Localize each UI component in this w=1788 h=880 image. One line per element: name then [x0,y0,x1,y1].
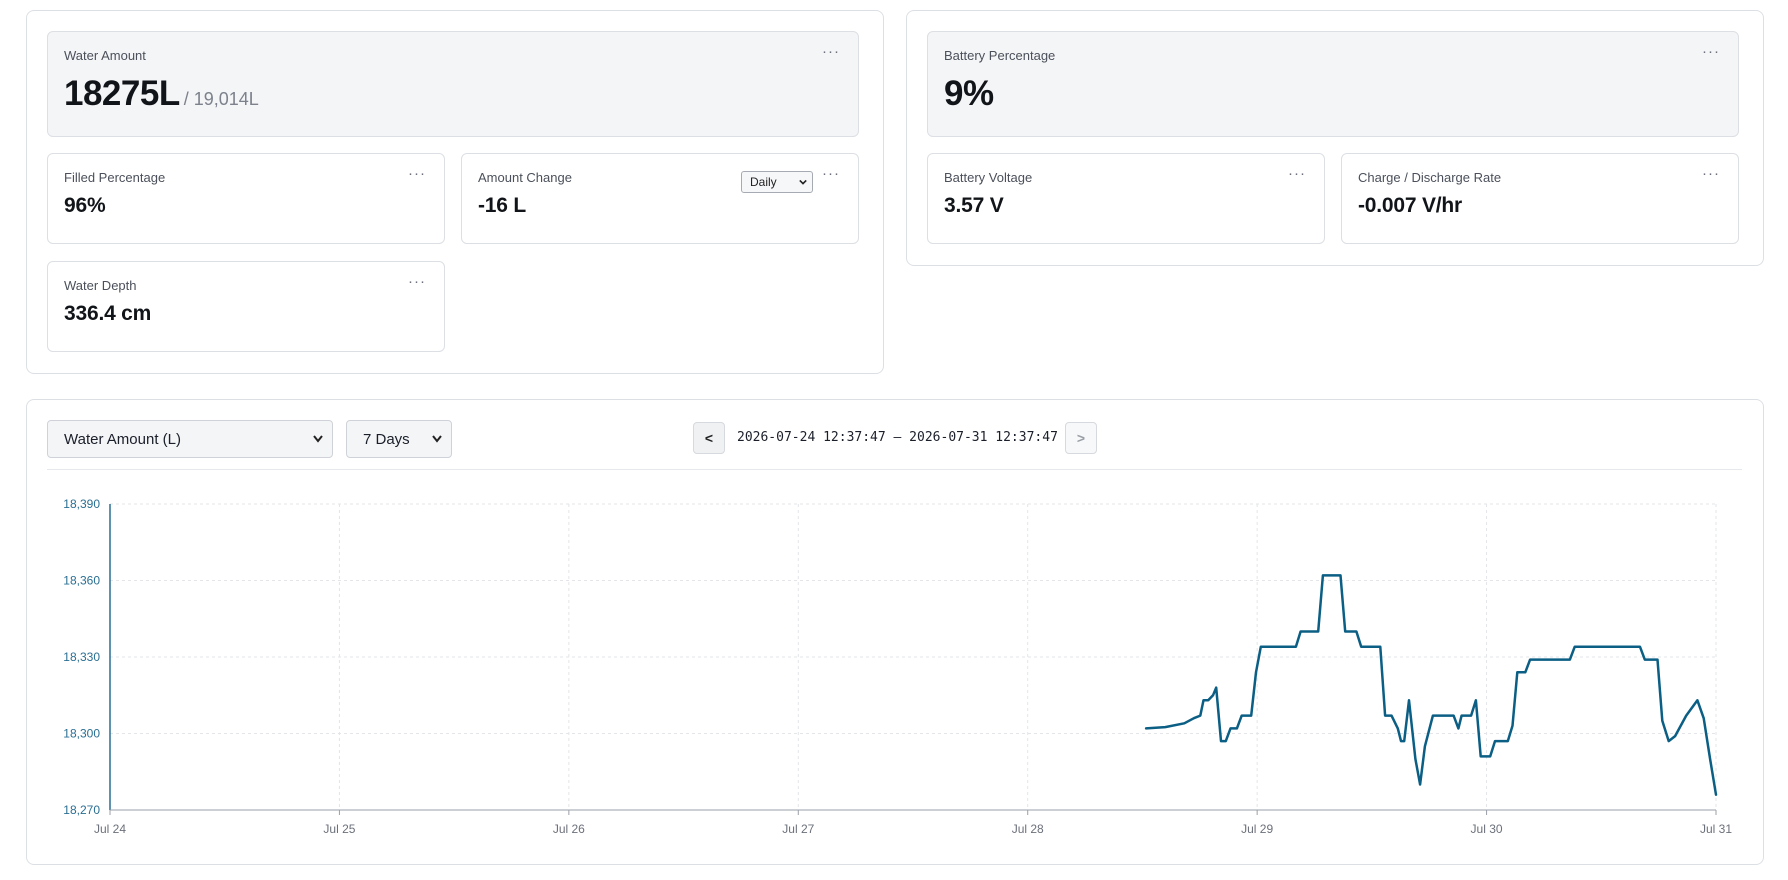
filled-percentage-card: Filled Percentage 96% ··· [47,153,445,244]
amount-change-period-select[interactable]: Daily [741,171,813,193]
charge-rate-title: Charge / Discharge Rate [1358,170,1502,185]
metric-select-value: Water Amount (L) [64,431,181,448]
water-amount-value: 18275L/ 19,014L [64,74,842,114]
water-depth-title: Water Depth [64,278,137,293]
battery-voltage-card: Battery Voltage 3.57 V ··· [927,153,1325,244]
water-amount-title: Water Amount [64,48,146,63]
charge-rate-card: Charge / Discharge Rate -0.007 V/hr ··· [1341,153,1739,244]
duration-select[interactable]: 7 Days [346,420,452,458]
battery-voltage-title: Battery Voltage [944,170,1033,185]
chevron-down-icon [799,179,807,185]
water-depth-menu-icon[interactable]: ··· [408,274,426,289]
chevron-down-icon [432,435,442,443]
water-panel: Water Amount 18275L/ 19,014L ··· Filled … [26,10,884,374]
next-range-button[interactable]: > [1065,422,1097,454]
x-tick-label: Jul 24 [94,822,126,836]
battery-percentage-menu-icon[interactable]: ··· [1702,44,1720,59]
water-amount-card: Water Amount 18275L/ 19,014L ··· [47,31,859,137]
amount-change-period-value: Daily [750,175,777,189]
water-capacity: / 19,014L [183,89,259,109]
filled-percentage-value: 96% [64,194,106,217]
chart-header-divider [47,469,1742,470]
water-amount-menu-icon[interactable]: ··· [822,44,840,59]
charge-rate-value: -0.007 V/hr [1358,194,1463,217]
filled-percentage-menu-icon[interactable]: ··· [408,166,426,181]
y-tick-label: 18,300 [63,727,100,741]
battery-percentage-value: 9% [944,74,994,113]
water-amount-series-line [1144,574,1718,796]
x-tick-label: Jul 27 [782,822,814,836]
amount-change-value: -16 L [478,194,527,217]
y-tick-label: 18,330 [63,650,100,664]
battery-percentage-title: Battery Percentage [944,48,1056,63]
date-range-label: 2026-07-24 12:37:47 – 2026-07-31 12:37:4… [737,430,1058,445]
y-tick-label: 18,390 [63,497,100,511]
battery-voltage-menu-icon[interactable]: ··· [1288,166,1306,181]
charge-rate-menu-icon[interactable]: ··· [1702,166,1720,181]
water-depth-value: 336.4 cm [64,302,152,325]
x-tick-label: Jul 26 [553,822,585,836]
battery-voltage-value: 3.57 V [944,194,1004,217]
x-tick-label: Jul 28 [1012,822,1044,836]
filled-percentage-title: Filled Percentage [64,170,166,185]
x-tick-label: Jul 25 [323,822,355,836]
metric-select[interactable]: Water Amount (L) [47,420,333,458]
duration-select-value: 7 Days [363,431,410,448]
water-amount-chart: 18,270 18,300 18,330 18,360 18,390 Jul 24 Jul … [63,497,1732,836]
previous-range-button[interactable]: < [693,422,725,454]
water-depth-card: Water Depth 336.4 cm ··· [47,261,445,352]
water-amount-number: 18275L [64,74,180,113]
x-tick-label: Jul 29 [1241,822,1273,836]
amount-change-menu-icon[interactable]: ··· [822,166,840,181]
y-tick-label: 18,270 [63,803,100,817]
chevron-down-icon [313,435,323,443]
battery-percentage-card: Battery Percentage 9% ··· [927,31,1739,137]
battery-panel: Battery Percentage 9% ··· Battery Voltag… [906,10,1764,266]
x-tick-label: Jul 31 [1700,822,1732,836]
amount-change-card: Amount Change -16 L Daily ··· [461,153,859,244]
y-tick-label: 18,360 [63,574,100,588]
x-tick-label: Jul 30 [1471,822,1503,836]
